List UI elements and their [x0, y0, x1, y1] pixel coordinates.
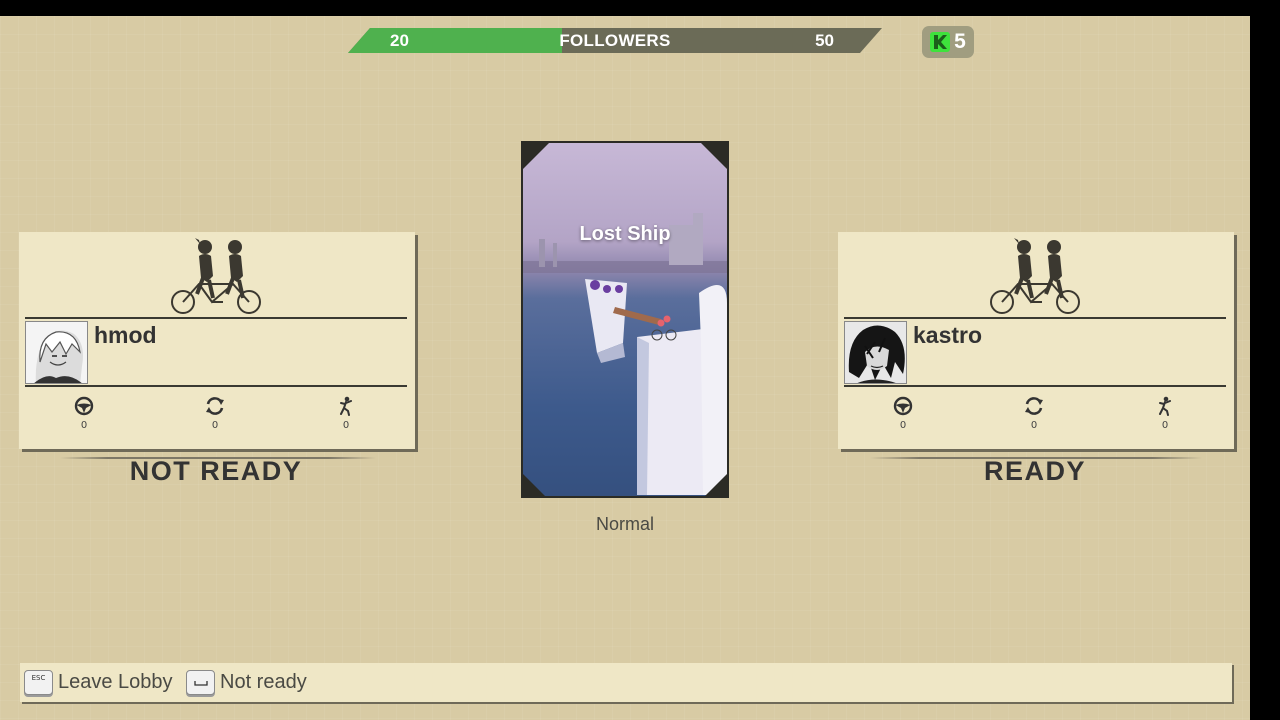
leave-lobby-button[interactable]: Leave Lobby — [58, 663, 173, 702]
tandem-bike-icon — [990, 238, 1080, 314]
k-badge: 5 — [922, 26, 974, 58]
avatar — [25, 321, 88, 384]
lobby-screen: 20 FOLLOWERS 50 5 hmod 0 0 0 NOT READY L… — [0, 16, 1250, 720]
stat-value: 0 — [80, 420, 88, 431]
esc-key-icon: ESC — [24, 670, 53, 695]
player-name: kastro — [913, 322, 983, 348]
stat-value: 0 — [899, 420, 907, 431]
stat-jumps: 0 — [326, 396, 366, 431]
level-corner-decoration — [523, 474, 545, 496]
player-status: NOT READY — [129, 456, 303, 486]
steering-wheel-icon — [74, 396, 94, 416]
level-corner-decoration — [705, 474, 727, 496]
card-divider-bottom — [844, 385, 1226, 387]
toggle-ready-button[interactable]: Not ready — [220, 663, 307, 702]
player-card-1: hmod 0 0 0 — [19, 232, 415, 449]
player-status: READY — [983, 456, 1086, 486]
player-name: hmod — [94, 322, 157, 348]
running-figure-icon — [1159, 396, 1171, 416]
card-divider-bottom — [25, 385, 407, 387]
stat-restarts: 0 — [1014, 396, 1054, 431]
level-card[interactable]: Lost Ship — [521, 141, 729, 498]
refresh-icon — [206, 397, 224, 415]
card-divider-top — [25, 317, 407, 319]
stat-value: 0 — [211, 420, 219, 431]
level-corner-decoration — [523, 143, 549, 169]
avatar — [844, 321, 907, 384]
level-name: Lost Ship — [579, 223, 671, 245]
space-key-icon — [186, 670, 215, 695]
stat-jumps: 0 — [1145, 396, 1185, 431]
card-divider-top — [844, 317, 1226, 319]
stat-steering: 0 — [64, 396, 104, 431]
stat-value: 0 — [342, 420, 350, 431]
tandem-bike-icon — [171, 238, 261, 314]
top-letterbox — [0, 0, 1280, 16]
followers-label: FOLLOWERS — [559, 31, 671, 50]
level-corner-decoration — [701, 143, 727, 169]
stat-value: 0 — [1030, 420, 1038, 431]
k-count: 5 — [954, 30, 966, 53]
stat-restarts: 0 — [195, 396, 235, 431]
steering-wheel-icon — [893, 396, 913, 416]
right-letterbox — [1250, 16, 1280, 720]
followers-max: 50 — [815, 31, 834, 50]
followers-bar: 20 FOLLOWERS 50 — [348, 28, 882, 53]
running-figure-icon — [340, 396, 352, 416]
k-logo-icon — [930, 32, 951, 52]
player-card-2: kastro 0 0 0 — [838, 232, 1234, 449]
level-difficulty: Normal — [595, 514, 654, 534]
stat-value: 0 — [1161, 420, 1169, 431]
stat-steering: 0 — [883, 396, 923, 431]
refresh-icon — [1025, 397, 1043, 415]
level-preview-image — [523, 213, 727, 495]
controls-bar: ESC Leave Lobby Not ready — [20, 663, 1232, 702]
